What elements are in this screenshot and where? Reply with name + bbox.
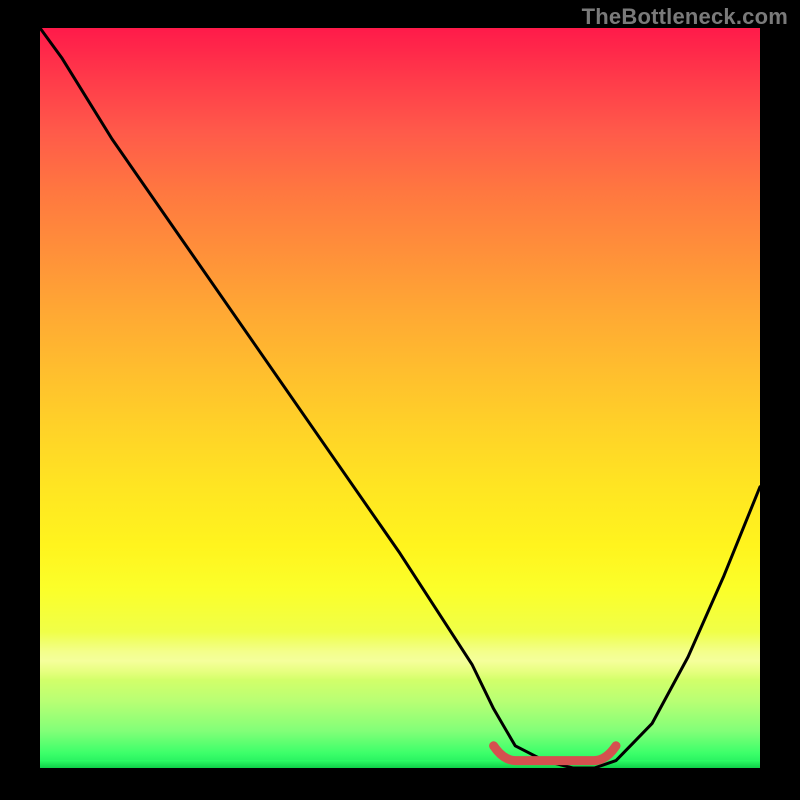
chart-frame: TheBottleneck.com bbox=[0, 0, 800, 800]
bottom-green-edge bbox=[40, 760, 760, 768]
heat-gradient-background bbox=[40, 28, 760, 768]
watermark-text: TheBottleneck.com bbox=[582, 4, 788, 30]
plot-area bbox=[40, 28, 760, 768]
